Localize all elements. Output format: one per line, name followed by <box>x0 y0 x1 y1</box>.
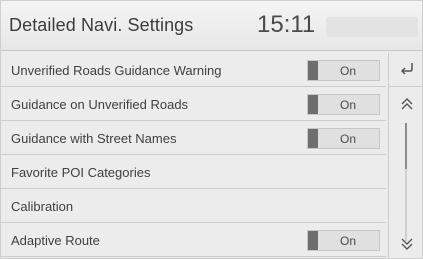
setting-label: Adaptive Route <box>11 233 100 248</box>
setting-row-adaptive-route[interactable]: Adaptive Route On <box>1 223 386 257</box>
scroll-up-button[interactable] <box>389 91 422 117</box>
scrollbar-thumb[interactable] <box>405 123 407 169</box>
toggle-indicator <box>308 129 318 148</box>
guidance-unverified-roads-toggle[interactable]: On <box>307 94 380 115</box>
toggle-state: On <box>340 132 357 146</box>
setting-label: Calibration <box>11 199 74 214</box>
unverified-roads-warning-toggle[interactable]: On <box>307 60 380 81</box>
toggle-state: On <box>340 64 357 78</box>
toggle-state: On <box>340 98 357 112</box>
setting-row-guidance-unverified-roads[interactable]: Guidance on Unverified Roads On <box>1 87 386 121</box>
toggle-indicator <box>308 95 318 114</box>
setting-row-calibration[interactable]: Calibration <box>1 189 386 223</box>
header-blank-area <box>326 17 418 37</box>
navi-settings-screen: Detailed Navi. Settings 15:11 Unverified… <box>0 0 423 259</box>
setting-label: Guidance with Street Names <box>11 131 177 146</box>
toggle-state: On <box>340 234 357 248</box>
double-chevron-down-icon <box>401 238 413 250</box>
header-bar: Detailed Navi. Settings 15:11 <box>1 1 422 51</box>
toggle-indicator <box>308 231 318 250</box>
back-button[interactable] <box>389 53 422 87</box>
adaptive-route-toggle[interactable]: On <box>307 230 380 251</box>
settings-list: Unverified Roads Guidance Warning On Gui… <box>1 53 386 257</box>
street-names-toggle[interactable]: On <box>307 128 380 149</box>
scroll-down-button[interactable] <box>389 231 422 257</box>
page-title: Detailed Navi. Settings <box>9 15 194 35</box>
setting-row-favorite-poi[interactable]: Favorite POI Categories <box>1 155 386 189</box>
setting-label: Unverified Roads Guidance Warning <box>11 63 222 78</box>
back-arrow-icon <box>400 63 413 75</box>
setting-row-unverified-roads-warning[interactable]: Unverified Roads Guidance Warning On <box>1 53 386 87</box>
clock: 15:11 <box>257 11 316 38</box>
side-panel <box>388 53 422 258</box>
setting-label: Favorite POI Categories <box>11 165 151 180</box>
scrollbar[interactable] <box>405 123 407 241</box>
setting-label: Guidance on Unverified Roads <box>11 97 189 112</box>
double-chevron-up-icon <box>401 98 413 110</box>
setting-row-street-names[interactable]: Guidance with Street Names On <box>1 121 386 155</box>
toggle-indicator <box>308 61 318 80</box>
